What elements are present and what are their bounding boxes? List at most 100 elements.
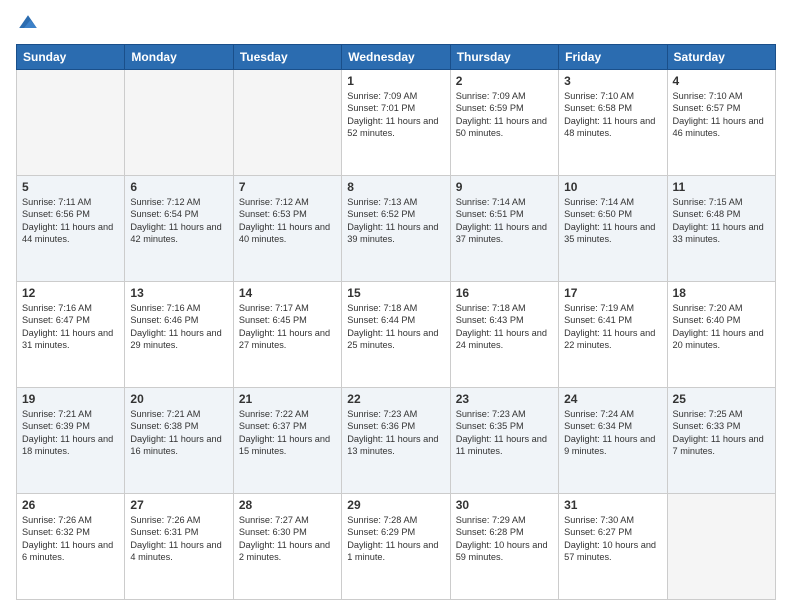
calendar-week-row: 1Sunrise: 7:09 AMSunset: 7:01 PMDaylight…	[17, 70, 776, 176]
calendar-week-row: 5 Sunrise: 7:11 AMSunset: 6:56 PMDaylight…	[17, 176, 776, 282]
calendar-cell: 3 Sunrise: 7:10 AMSunset: 6:58 PMDaylight…	[559, 70, 667, 176]
calendar-cell: 23 Sunrise: 7:23 AMSunset: 6:35 PMDayligh…	[450, 388, 558, 494]
calendar-cell: 14Sunrise: 7:17 AMSunset: 6:45 PMDayligh…	[233, 282, 341, 388]
cell-details: Sunrise: 7:18 AMSunset: 6:44 PMDaylight:…	[347, 302, 444, 352]
calendar-cell	[125, 70, 233, 176]
logo-icon	[16, 12, 40, 36]
day-number: 15	[347, 286, 444, 300]
day-number: 5	[22, 180, 119, 194]
calendar-cell: 7 Sunrise: 7:12 AMSunset: 6:53 PMDaylight…	[233, 176, 341, 282]
day-number: 27	[130, 498, 227, 512]
calendar-cell	[233, 70, 341, 176]
calendar-cell: 22Sunrise: 7:23 AMSunset: 6:36 PMDayligh…	[342, 388, 450, 494]
cell-details: Sunrise: 7:14 AMSunset: 6:51 PMDaylight:…	[456, 196, 553, 246]
cell-details: Sunrise: 7:12 AMSunset: 6:53 PMDaylight:…	[239, 196, 336, 246]
cell-details: Sunrise: 7:25 AMSunset: 6:33 PMDaylight:…	[673, 408, 770, 458]
calendar: SundayMondayTuesdayWednesdayThursdayFrid…	[16, 44, 776, 600]
calendar-cell: 18 Sunrise: 7:20 AMSunset: 6:40 PMDayligh…	[667, 282, 775, 388]
calendar-cell: 31 Sunrise: 7:30 AMSunset: 6:27 PMDayligh…	[559, 494, 667, 600]
cell-details: Sunrise: 7:19 AMSunset: 6:41 PMDaylight:…	[564, 302, 661, 352]
calendar-cell: 10 Sunrise: 7:14 AMSunset: 6:50 PMDayligh…	[559, 176, 667, 282]
day-header-sunday: Sunday	[17, 45, 125, 70]
day-number: 22	[347, 392, 444, 406]
day-number: 13	[130, 286, 227, 300]
calendar-cell: 9Sunrise: 7:14 AMSunset: 6:51 PMDaylight…	[450, 176, 558, 282]
day-number: 19	[22, 392, 119, 406]
cell-details: Sunrise: 7:11 AMSunset: 6:56 PMDaylight:…	[22, 196, 119, 246]
cell-details: Sunrise: 7:13 AMSunset: 6:52 PMDaylight:…	[347, 196, 444, 246]
header	[16, 12, 776, 36]
cell-details: Sunrise: 7:09 AMSunset: 7:01 PMDaylight:…	[347, 90, 444, 140]
calendar-week-row: 26 Sunrise: 7:26 AMSunset: 6:32 PMDayligh…	[17, 494, 776, 600]
day-number: 6	[130, 180, 227, 194]
day-number: 16	[456, 286, 553, 300]
cell-details: Sunrise: 7:26 AMSunset: 6:31 PMDaylight:…	[130, 514, 227, 564]
day-number: 7	[239, 180, 336, 194]
calendar-cell: 24Sunrise: 7:24 AMSunset: 6:34 PMDayligh…	[559, 388, 667, 494]
cell-details: Sunrise: 7:14 AMSunset: 6:50 PMDaylight:…	[564, 196, 661, 246]
cell-details: Sunrise: 7:16 AMSunset: 6:46 PMDaylight:…	[130, 302, 227, 352]
calendar-cell: 17 Sunrise: 7:19 AMSunset: 6:41 PMDayligh…	[559, 282, 667, 388]
day-number: 8	[347, 180, 444, 194]
cell-details: Sunrise: 7:23 AMSunset: 6:35 PMDaylight:…	[456, 408, 553, 458]
calendar-cell: 11 Sunrise: 7:15 AMSunset: 6:48 PMDayligh…	[667, 176, 775, 282]
calendar-cell: 20Sunrise: 7:21 AMSunset: 6:38 PMDayligh…	[125, 388, 233, 494]
calendar-cell: 28 Sunrise: 7:27 AMSunset: 6:30 PMDayligh…	[233, 494, 341, 600]
calendar-cell: 15 Sunrise: 7:18 AMSunset: 6:44 PMDayligh…	[342, 282, 450, 388]
calendar-cell: 30Sunrise: 7:29 AMSunset: 6:28 PMDayligh…	[450, 494, 558, 600]
calendar-cell: 6 Sunrise: 7:12 AMSunset: 6:54 PMDaylight…	[125, 176, 233, 282]
day-number: 29	[347, 498, 444, 512]
day-number: 10	[564, 180, 661, 194]
calendar-week-row: 12 Sunrise: 7:16 AMSunset: 6:47 PMDayligh…	[17, 282, 776, 388]
calendar-cell: 29Sunrise: 7:28 AMSunset: 6:29 PMDayligh…	[342, 494, 450, 600]
day-header-monday: Monday	[125, 45, 233, 70]
calendar-cell: 2 Sunrise: 7:09 AMSunset: 6:59 PMDaylight…	[450, 70, 558, 176]
cell-details: Sunrise: 7:20 AMSunset: 6:40 PMDaylight:…	[673, 302, 770, 352]
day-number: 20	[130, 392, 227, 406]
day-number: 23	[456, 392, 553, 406]
logo	[16, 12, 44, 36]
calendar-cell	[667, 494, 775, 600]
day-header-saturday: Saturday	[667, 45, 775, 70]
day-number: 12	[22, 286, 119, 300]
calendar-cell: 8 Sunrise: 7:13 AMSunset: 6:52 PMDaylight…	[342, 176, 450, 282]
cell-details: Sunrise: 7:29 AMSunset: 6:28 PMDaylight:…	[456, 514, 553, 564]
cell-details: Sunrise: 7:10 AMSunset: 6:57 PMDaylight:…	[673, 90, 770, 140]
day-number: 28	[239, 498, 336, 512]
day-number: 24	[564, 392, 661, 406]
cell-details: Sunrise: 7:18 AMSunset: 6:43 PMDaylight:…	[456, 302, 553, 352]
calendar-cell: 5 Sunrise: 7:11 AMSunset: 6:56 PMDaylight…	[17, 176, 125, 282]
cell-details: Sunrise: 7:17 AMSunset: 6:45 PMDaylight:…	[239, 302, 336, 352]
calendar-cell: 12 Sunrise: 7:16 AMSunset: 6:47 PMDayligh…	[17, 282, 125, 388]
cell-details: Sunrise: 7:26 AMSunset: 6:32 PMDaylight:…	[22, 514, 119, 564]
calendar-cell: 26 Sunrise: 7:26 AMSunset: 6:32 PMDayligh…	[17, 494, 125, 600]
calendar-cell: 19 Sunrise: 7:21 AMSunset: 6:39 PMDayligh…	[17, 388, 125, 494]
day-number: 18	[673, 286, 770, 300]
cell-details: Sunrise: 7:15 AMSunset: 6:48 PMDaylight:…	[673, 196, 770, 246]
cell-details: Sunrise: 7:30 AMSunset: 6:27 PMDaylight:…	[564, 514, 661, 564]
day-number: 3	[564, 74, 661, 88]
cell-details: Sunrise: 7:10 AMSunset: 6:58 PMDaylight:…	[564, 90, 661, 140]
day-number: 31	[564, 498, 661, 512]
day-number: 11	[673, 180, 770, 194]
calendar-cell: 4 Sunrise: 7:10 AMSunset: 6:57 PMDaylight…	[667, 70, 775, 176]
day-number: 17	[564, 286, 661, 300]
day-header-friday: Friday	[559, 45, 667, 70]
day-header-thursday: Thursday	[450, 45, 558, 70]
day-number: 4	[673, 74, 770, 88]
cell-details: Sunrise: 7:27 AMSunset: 6:30 PMDaylight:…	[239, 514, 336, 564]
page: SundayMondayTuesdayWednesdayThursdayFrid…	[0, 0, 792, 612]
calendar-cell	[17, 70, 125, 176]
day-header-tuesday: Tuesday	[233, 45, 341, 70]
day-header-wednesday: Wednesday	[342, 45, 450, 70]
cell-details: Sunrise: 7:12 AMSunset: 6:54 PMDaylight:…	[130, 196, 227, 246]
cell-details: Sunrise: 7:16 AMSunset: 6:47 PMDaylight:…	[22, 302, 119, 352]
day-number: 25	[673, 392, 770, 406]
day-number: 2	[456, 74, 553, 88]
calendar-cell: 1Sunrise: 7:09 AMSunset: 7:01 PMDaylight…	[342, 70, 450, 176]
cell-details: Sunrise: 7:09 AMSunset: 6:59 PMDaylight:…	[456, 90, 553, 140]
calendar-cell: 16 Sunrise: 7:18 AMSunset: 6:43 PMDayligh…	[450, 282, 558, 388]
day-number: 26	[22, 498, 119, 512]
cell-details: Sunrise: 7:22 AMSunset: 6:37 PMDaylight:…	[239, 408, 336, 458]
cell-details: Sunrise: 7:21 AMSunset: 6:39 PMDaylight:…	[22, 408, 119, 458]
